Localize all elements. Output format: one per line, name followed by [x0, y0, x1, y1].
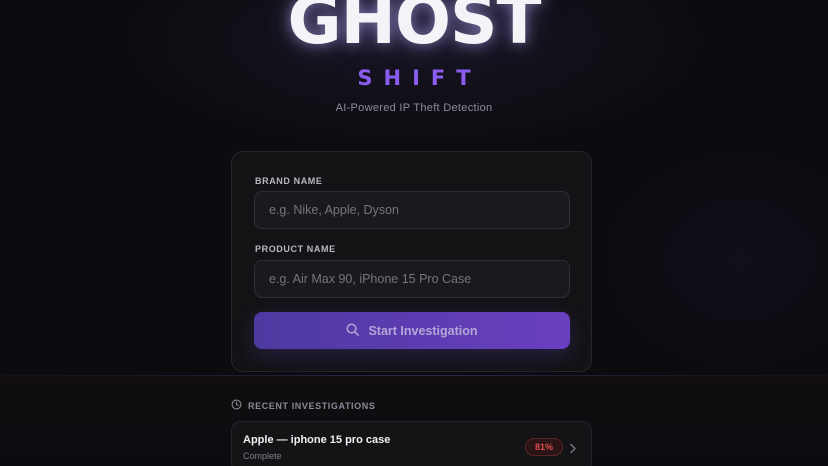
section-divider: [0, 375, 828, 376]
recent-investigations-heading: RECENT INVESTIGATIONS: [231, 399, 375, 412]
start-investigation-button[interactable]: Start Investigation: [254, 312, 570, 349]
search-icon: [346, 323, 360, 339]
brand-name-input[interactable]: [254, 191, 570, 229]
product-name-input[interactable]: [254, 260, 570, 298]
risk-score-badge: 81%: [525, 438, 564, 456]
investigation-form-card: BRAND NAME PRODUCT NAME Start Investigat…: [231, 151, 592, 372]
start-investigation-label: Start Investigation: [368, 323, 478, 338]
investigation-title: Apple — iphone 15 pro case: [243, 434, 391, 446]
logo-title: GHOST: [287, 0, 541, 59]
tagline: AI-Powered IP Theft Detection: [335, 102, 493, 114]
clock-icon: [231, 399, 242, 412]
brand-name-label: BRAND NAME: [255, 176, 323, 186]
investigation-list-item[interactable]: Apple — iphone 15 pro case Complete 81%: [231, 421, 592, 466]
recent-investigations-label: RECENT INVESTIGATIONS: [248, 400, 376, 411]
logo-subtitle: SHIFT: [357, 66, 482, 90]
chevron-right-icon[interactable]: [569, 441, 577, 459]
investigation-status: Complete: [243, 451, 282, 461]
product-name-label: PRODUCT NAME: [255, 244, 336, 254]
